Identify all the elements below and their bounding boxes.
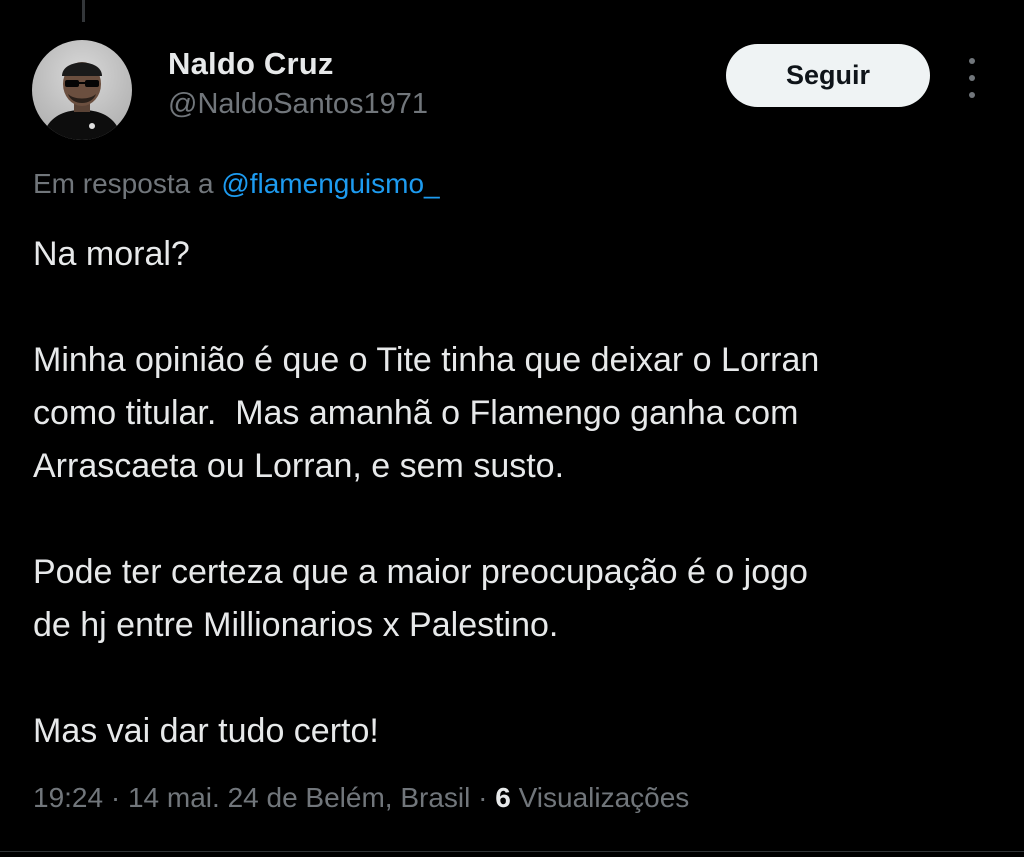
author-handle[interactable]: @NaldoSantos1971: [168, 88, 428, 121]
tweet-text: Na moral? Minha opinião é que o Tite tin…: [33, 228, 993, 758]
tweet-paragraph: Na moral?: [33, 235, 190, 273]
thread-connector-line: [82, 0, 85, 22]
avatar-image: [42, 62, 122, 140]
tweet-paragraph: Minha opinião é que o Tite tinha que dei…: [33, 341, 820, 485]
meta-separator: ·: [470, 782, 496, 813]
author-name[interactable]: Naldo Cruz: [168, 46, 334, 82]
views-label: Visualizações: [518, 782, 690, 813]
follow-button[interactable]: Seguir: [726, 44, 930, 107]
tweet-paragraph: Pode ter certeza que a maior preocupação…: [33, 553, 808, 644]
tweet-metadata: 19:24 · 14 mai. 24 de Belém, Brasil · 6 …: [33, 782, 689, 814]
more-vertical-icon[interactable]: [960, 58, 984, 98]
tweet-date-location[interactable]: 14 mai. 24 de Belém, Brasil: [128, 782, 470, 813]
reply-prefix: Em resposta a: [33, 168, 222, 199]
tweet-paragraph: Mas vai dar tudo certo!: [33, 712, 379, 750]
reply-context: Em resposta a @flamenguismo_: [33, 168, 440, 200]
meta-separator: ·: [103, 782, 128, 813]
avatar[interactable]: [32, 40, 132, 140]
more-dot: [969, 92, 975, 98]
tweet-time[interactable]: 19:24: [33, 782, 103, 813]
reply-mention-link[interactable]: @flamenguismo_: [221, 168, 439, 199]
views-count: 6: [495, 782, 511, 813]
divider: [0, 851, 1024, 852]
more-dot: [969, 75, 975, 81]
more-dot: [969, 58, 975, 64]
